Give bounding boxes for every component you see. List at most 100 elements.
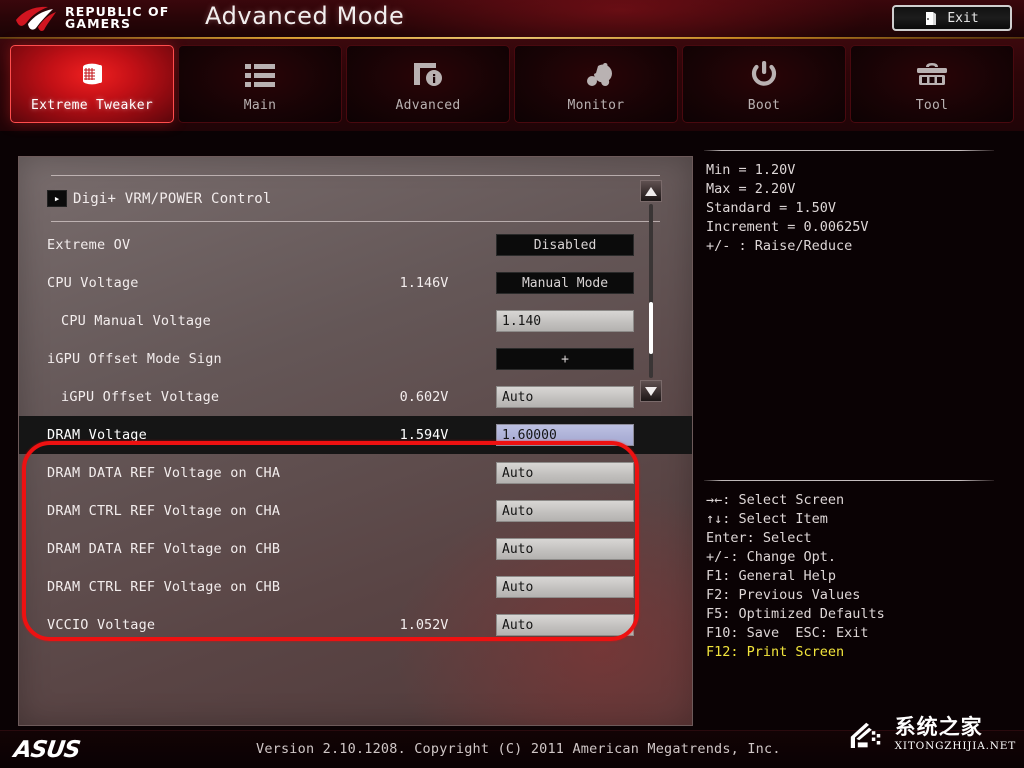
tab-label: Main — [243, 98, 277, 113]
row-label: CPU Manual Voltage — [61, 313, 211, 329]
row-value-field[interactable]: 1.140 — [496, 310, 634, 332]
row-label: DRAM CTRL REF Voltage on CHA — [47, 503, 281, 519]
house-pixel-icon — [850, 722, 881, 749]
row-label: iGPU Offset Voltage — [61, 389, 220, 405]
tab-boot[interactable]: Boot — [682, 45, 846, 123]
key-legend-line-print-screen: F12: Print Screen — [706, 644, 845, 660]
rog-logo: REPUBLIC OF GAMERS — [14, 4, 169, 32]
row-dram-ctrl-ref-voltage-cha[interactable]: DRAM CTRL REF Voltage on CHA Auto — [19, 492, 692, 530]
settings-scrollbar[interactable] — [640, 180, 662, 402]
row-label: VCCIO Voltage — [47, 617, 156, 633]
version-text: Version 2.10.1208. Copyright (C) 2011 Am… — [256, 741, 781, 757]
row-extreme-ov[interactable]: Extreme OV Disabled — [19, 226, 692, 264]
row-label: DRAM DATA REF Voltage on CHB — [47, 541, 281, 557]
row-igpu-offset-mode-sign[interactable]: iGPU Offset Mode Sign + — [19, 340, 692, 378]
row-label: DRAM Voltage — [47, 427, 147, 443]
help-line: Max = 2.20V — [706, 181, 796, 197]
row-cpu-voltage[interactable]: CPU Voltage 1.146V Manual Mode — [19, 264, 692, 302]
key-legend-text: →←: Select Screen ↑↓: Select Item Enter:… — [700, 481, 1012, 662]
asus-logo: ASUS — [12, 737, 82, 763]
row-vccio-voltage[interactable]: VCCIO Voltage 1.052V Auto — [19, 606, 692, 644]
chevron-right-icon: ▸ — [47, 190, 67, 207]
scroll-down-button[interactable] — [640, 380, 662, 402]
help-text: Min = 1.20V Max = 2.20V Standard = 1.50V… — [700, 151, 1012, 256]
help-line: Min = 1.20V — [706, 162, 796, 178]
watermark: 系统之家 XITONGZHIJIA.NET — [848, 702, 1016, 766]
door-exit-icon — [926, 11, 937, 25]
monitor-info-icon — [412, 58, 444, 92]
row-label: DRAM DATA REF Voltage on CHA — [47, 465, 281, 481]
row-value-field[interactable]: Auto — [496, 386, 634, 408]
row-value-field[interactable]: Auto — [496, 500, 634, 522]
tab-list: Extreme Tweaker Main Advanced Monitor Bo… — [10, 45, 1014, 123]
row-dram-ctrl-ref-voltage-chb[interactable]: DRAM CTRL REF Voltage on CHB Auto — [19, 568, 692, 606]
help-line: Standard = 1.50V — [706, 200, 837, 216]
key-legend-line: F2: Previous Values — [706, 587, 861, 603]
exit-button-label: Exit — [947, 10, 979, 26]
tab-main[interactable]: Main — [178, 45, 342, 123]
scrollbar-thumb[interactable] — [649, 302, 653, 354]
watermark-en-text: XITONGZHIJIA.NET — [894, 739, 1016, 752]
row-value-field[interactable]: Auto — [496, 462, 634, 484]
row-measured-value: 1.146V — [399, 275, 449, 291]
tab-monitor[interactable]: Monitor — [514, 45, 678, 123]
tab-advanced[interactable]: Advanced — [346, 45, 510, 123]
row-label: Extreme OV — [47, 237, 131, 253]
key-legend-line: F10: Save ESC: Exit — [706, 625, 869, 641]
tab-label: Advanced — [395, 98, 461, 113]
watermark-cn-text: 系统之家 — [894, 714, 983, 739]
tab-label: Tool — [915, 98, 949, 113]
key-legend-line: ↑↓: Select Item — [706, 511, 828, 527]
row-dram-data-ref-voltage-cha[interactable]: DRAM DATA REF Voltage on CHA Auto — [19, 454, 692, 492]
tab-strip: Extreme Tweaker Main Advanced Monitor Bo… — [0, 39, 1024, 131]
key-legend: →←: Select Screen ↑↓: Select Item Enter:… — [700, 480, 1012, 662]
key-legend-line: +/-: Change Opt. — [706, 549, 837, 565]
tab-tool[interactable]: Tool — [850, 45, 1014, 123]
help-panel: Min = 1.20V Max = 2.20V Standard = 1.50V… — [700, 150, 1012, 726]
row-label: CPU Voltage — [47, 275, 139, 291]
row-value-field[interactable]: + — [496, 348, 634, 370]
key-legend-line: F1: General Help — [706, 568, 837, 584]
key-legend-line: →←: Select Screen — [706, 492, 845, 508]
power-icon — [750, 58, 778, 92]
row-value-field[interactable]: Auto — [496, 576, 634, 598]
key-legend-line: F5: Optimized Defaults — [706, 606, 885, 622]
header-bar: REPUBLIC OF GAMERS Advanced Mode Exit — [0, 0, 1024, 39]
tab-label: Extreme Tweaker — [31, 98, 153, 113]
settings-panel: ▸ Digi+ VRM/POWER Control Extreme OV Dis… — [18, 156, 693, 726]
page-title: Advanced Mode — [205, 2, 405, 30]
overclock-coil-icon — [75, 58, 109, 92]
row-value-field[interactable]: Disabled — [496, 234, 634, 256]
row-dram-voltage[interactable]: DRAM Voltage 1.594V 1.60000 — [19, 416, 692, 454]
row-igpu-offset-voltage[interactable]: iGPU Offset Voltage 0.602V Auto — [19, 378, 692, 416]
help-line: Increment = 0.00625V — [706, 219, 869, 235]
submenu-label: Digi+ VRM/POWER Control — [73, 190, 272, 207]
list-icon — [245, 58, 275, 92]
row-label: iGPU Offset Mode Sign — [47, 351, 222, 367]
settings-rows: Extreme OV Disabled CPU Voltage 1.146V M… — [19, 222, 692, 644]
row-value-field[interactable]: Auto — [496, 614, 634, 636]
rog-eye-logo-icon — [16, 6, 56, 31]
row-cpu-manual-voltage[interactable]: CPU Manual Voltage 1.140 — [19, 302, 692, 340]
row-value-field[interactable]: 1.60000 — [496, 424, 634, 446]
submenu-digi-vrm-power-control[interactable]: ▸ Digi+ VRM/POWER Control — [19, 176, 692, 221]
scroll-up-button[interactable] — [640, 180, 662, 202]
tab-label: Monitor — [567, 98, 625, 113]
row-value-field[interactable]: Auto — [496, 538, 634, 560]
row-label: DRAM CTRL REF Voltage on CHB — [47, 579, 281, 595]
bios-screen: REPUBLIC OF GAMERS Advanced Mode Exit Ex… — [0, 0, 1024, 768]
key-legend-line: Enter: Select — [706, 530, 812, 546]
tab-extreme-tweaker[interactable]: Extreme Tweaker — [10, 45, 174, 123]
row-measured-value: 1.594V — [399, 427, 449, 443]
help-line: +/- : Raise/Reduce — [706, 238, 853, 254]
row-measured-value: 0.602V — [399, 389, 449, 405]
fan-thermometer-icon — [580, 58, 612, 92]
tab-label: Boot — [747, 98, 781, 113]
row-measured-value: 1.052V — [399, 617, 449, 633]
triangle-up-icon — [645, 186, 657, 196]
exit-button[interactable]: Exit — [892, 5, 1012, 31]
rog-brand-line2: GAMERS — [65, 16, 132, 31]
row-value-field[interactable]: Manual Mode — [496, 272, 634, 294]
triangle-down-icon — [645, 386, 657, 396]
row-dram-data-ref-voltage-chb[interactable]: DRAM DATA REF Voltage on CHB Auto — [19, 530, 692, 568]
